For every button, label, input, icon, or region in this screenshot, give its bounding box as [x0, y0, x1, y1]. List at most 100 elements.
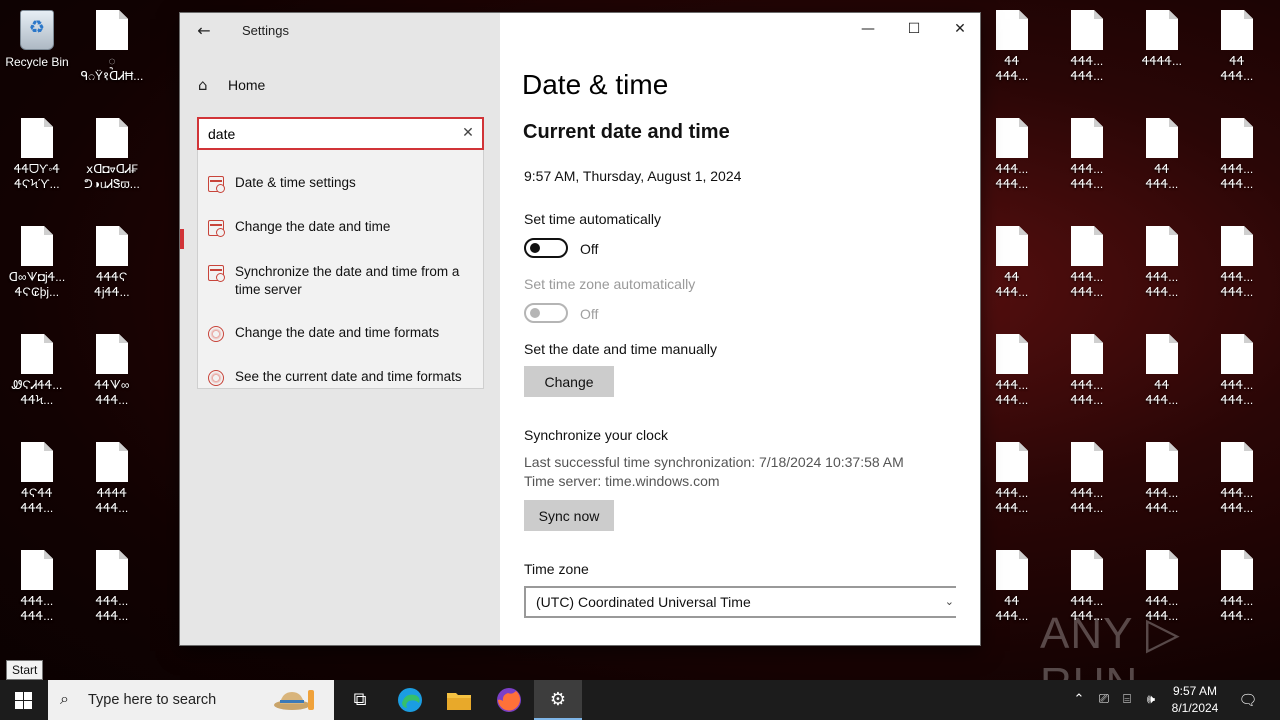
suggestion-label: Synchronize the date and time from a tim…	[235, 264, 460, 297]
desktop-file-icon[interactable]: ᏎᏎ ᏎᏎᏎ...	[976, 226, 1048, 300]
sync-clock-label: Synchronize your clock	[524, 427, 668, 443]
desktop-icon-label: ᏎᏎᏎ... ᏎᏎᏎ...	[1070, 270, 1104, 299]
desktop-icon-label: ᏎᏎᏎ... ᏎᏎᏎ...	[995, 486, 1029, 515]
document-icon	[96, 442, 128, 482]
close-icon[interactable]: ✕	[948, 19, 972, 39]
desktop-file-icon[interactable]: ᏎᏎ ᏎᏎᏎ...	[1126, 118, 1198, 192]
desktop-file-icon[interactable]: ᢩ ᑫ೧Ϋ१ᗡᏗĦ...	[76, 10, 148, 84]
file-explorer-icon[interactable]	[435, 680, 483, 720]
suggestion-item[interactable]: Synchronize the date and time from a tim…	[198, 263, 483, 299]
edge-browser-icon[interactable]	[386, 680, 434, 720]
desktop-file-icon[interactable]: ᏎᏎ ᏎᏎᏎ...	[976, 550, 1048, 624]
set-tz-auto-label: Set time zone automatically	[524, 276, 696, 292]
desktop-file-icon[interactable]: ᏎᏎᏎϚ ᏎϳᏎᏎ...	[76, 226, 148, 300]
suggestion-item[interactable]: Change the date and time formats	[198, 324, 483, 342]
sync-now-button[interactable]: Sync now	[524, 500, 614, 531]
globe-icon	[208, 326, 224, 342]
suggestion-item[interactable]: See the current date and time formats	[198, 368, 483, 386]
desktop-file-icon[interactable]: ᏎᏎᗜϒ◦Ꮞ ᏎϚϞϓ...	[1, 118, 73, 192]
desktop-icon-label: ᏎᏎᏎ... ᏎᏎᏎ...	[1070, 162, 1104, 191]
windows-logo-icon	[15, 692, 32, 709]
network-icon[interactable]: ⌸	[1116, 680, 1138, 720]
desktop-icon-label: ᏎᏎ ᏎᏎᏎ...	[995, 594, 1029, 623]
settings-search-box: ✕	[197, 117, 484, 150]
set-tz-auto-toggle[interactable]	[524, 303, 568, 323]
time-zone-select[interactable]: (UTC) Coordinated Universal Time ⌄	[524, 586, 956, 618]
settings-nav-pane: ← Settings ⌂ Home ✕ Date & time settings…	[180, 13, 500, 645]
document-icon	[996, 550, 1028, 590]
desktop-file-icon[interactable]: ᏎᏎᏎ... ᏎᏎᏎ...	[1051, 334, 1123, 408]
desktop-file-icon[interactable]: ᏎᏎᏎ... ᏎᏎᏎ...	[1051, 442, 1123, 516]
desktop-icon-label: ⅹᗡ◘ᢦᗡᏗ₣ ᕤ◑ᥙᏗᏕϖ...	[84, 162, 140, 191]
minimize-icon[interactable]: —	[856, 19, 880, 39]
desktop-file-icon[interactable]: ᏎᏎᏎ... ᏎᏎᏎ...	[1201, 442, 1273, 516]
desktop-file-icon[interactable]: ⅹᗡ◘ᢦᗡᏗ₣ ᕤ◑ᥙᏗᏕϖ...	[76, 118, 148, 192]
desktop-file-icon[interactable]: ᏎᏎᏎᏎ...	[1126, 10, 1198, 69]
desktop-file-icon[interactable]: ᏎᏎᏎ... ᏎᏎᏎ...	[1126, 226, 1198, 300]
desktop-file-icon[interactable]: ᏪϚᏗᏎᏎ... ᏎᏎϞ...	[1, 334, 73, 408]
desktop-file-icon[interactable]: ᏎᏎᏎ... ᏎᏎᏎ...	[1201, 334, 1273, 408]
nav-home[interactable]: ⌂ Home	[198, 77, 265, 93]
document-icon	[996, 118, 1028, 158]
desktop-file-icon[interactable]: ᏎᏎᏎ... ᏎᏎᏎ...	[1051, 118, 1123, 192]
taskbar-search-placeholder: Type here to search	[88, 692, 217, 708]
document-icon	[996, 442, 1028, 482]
document-icon	[1221, 550, 1253, 590]
desktop-file-icon[interactable]: ᏎᏎᏎ... ᏎᏎᏎ...	[976, 334, 1048, 408]
device-icon[interactable]: ⎚	[1093, 680, 1115, 720]
notification-center-icon[interactable]: 🗨1	[1236, 680, 1260, 720]
desktop-icon-label: ᏎᏎᏎ... ᏎᏎᏎ...	[1145, 486, 1179, 515]
suggestion-item[interactable]: Date & time settings	[198, 174, 483, 193]
set-time-auto-toggle[interactable]	[524, 238, 568, 258]
document-icon	[21, 226, 53, 266]
current-datetime: 9:57 AM, Thursday, August 1, 2024	[524, 168, 742, 184]
settings-app-icon[interactable]: ⚙	[534, 680, 582, 720]
search-suggestions: Date & time settings Change the date and…	[197, 150, 484, 389]
desktop-file-icon[interactable]: ᏎᏎᏎ... ᏎᏎᏎ...	[976, 118, 1048, 192]
desktop-file-icon[interactable]: ᗡ∞ᗐ◘ϳᏎ... ᏎϚ₢ϸϳ...	[1, 226, 73, 300]
suggestion-label: Change the date and time formats	[235, 325, 440, 340]
change-button[interactable]: Change	[524, 366, 614, 397]
desktop-file-icon[interactable]: ᏎᏎ ᏎᏎᏎ...	[1201, 10, 1273, 84]
desktop-icon-label: ᏎᏎᗐ∞ ᏎᏎᏎ...	[94, 378, 130, 407]
document-icon	[1221, 334, 1253, 374]
desktop-file-icon[interactable]: ᏎϚᏎᏎ ᏎᏎᏎ...	[1, 442, 73, 516]
edge-logo-icon	[398, 688, 422, 712]
calendar-clock-icon	[208, 265, 225, 282]
document-icon	[1071, 550, 1103, 590]
document-icon	[96, 550, 128, 590]
settings-search-input[interactable]	[199, 119, 439, 148]
document-icon	[1146, 118, 1178, 158]
document-icon	[1146, 550, 1178, 590]
desktop-file-icon[interactable]: ᏎᏎᗐ∞ ᏎᏎᏎ...	[76, 334, 148, 408]
desktop-file-icon[interactable]: ᏎᏎᏎ... ᏎᏎᏎ...	[1201, 226, 1273, 300]
desktop-file-icon[interactable]: ᏎᏎᏎ... ᏎᏎᏎ...	[1, 550, 73, 624]
firefox-icon[interactable]	[485, 680, 533, 720]
desktop-file-icon[interactable]: ᏎᏎᏎᏎ ᏎᏎᏎ...	[76, 442, 148, 516]
task-view-icon[interactable]: ⧉	[336, 680, 384, 720]
maximize-icon[interactable]: ☐	[902, 19, 926, 39]
document-icon	[21, 334, 53, 374]
desktop-file-icon[interactable]: ᏎᏎᏎ... ᏎᏎᏎ...	[976, 442, 1048, 516]
desktop-file-icon[interactable]: ᏎᏎᏎ... ᏎᏎᏎ...	[1201, 118, 1273, 192]
desktop-file-icon[interactable]: ᏎᏎᏎ... ᏎᏎᏎ...	[1051, 226, 1123, 300]
desktop-file-icon[interactable]: ᏎᏎᏎ... ᏎᏎᏎ...	[76, 550, 148, 624]
recycle-bin-icon[interactable]: Recycle Bin	[1, 10, 73, 70]
desktop-icon-label: Recycle Bin	[5, 55, 69, 69]
show-hidden-icons-icon[interactable]: ⌃	[1068, 680, 1090, 720]
clear-search-icon[interactable]: ✕	[460, 125, 476, 141]
taskbar-search[interactable]: ⌕ Type here to search	[48, 680, 334, 720]
set-tz-auto-state: Off	[580, 306, 599, 322]
document-icon	[21, 550, 53, 590]
suggestion-item[interactable]: Change the date and time	[198, 218, 483, 237]
desktop-icon-label: ᏎᏎᗜϒ◦Ꮞ ᏎϚϞϓ...	[13, 162, 61, 191]
taskbar-clock[interactable]: 9:57 AM 8/1/2024	[1160, 683, 1230, 717]
search-icon: ⌕	[60, 689, 69, 708]
start-button[interactable]	[0, 680, 48, 720]
desktop-file-icon[interactable]: ᏎᏎ ᏎᏎᏎ...	[976, 10, 1048, 84]
back-arrow-icon[interactable]: ←	[192, 19, 216, 43]
desktop-file-icon[interactable]: ᏎᏎ ᏎᏎᏎ...	[1126, 334, 1198, 408]
desktop-file-icon[interactable]: ᏎᏎᏎ... ᏎᏎᏎ...	[1051, 10, 1123, 84]
desktop-file-icon[interactable]: ᏎᏎᏎ... ᏎᏎᏎ...	[1126, 442, 1198, 516]
volume-icon[interactable]: 🕪	[1140, 680, 1162, 720]
